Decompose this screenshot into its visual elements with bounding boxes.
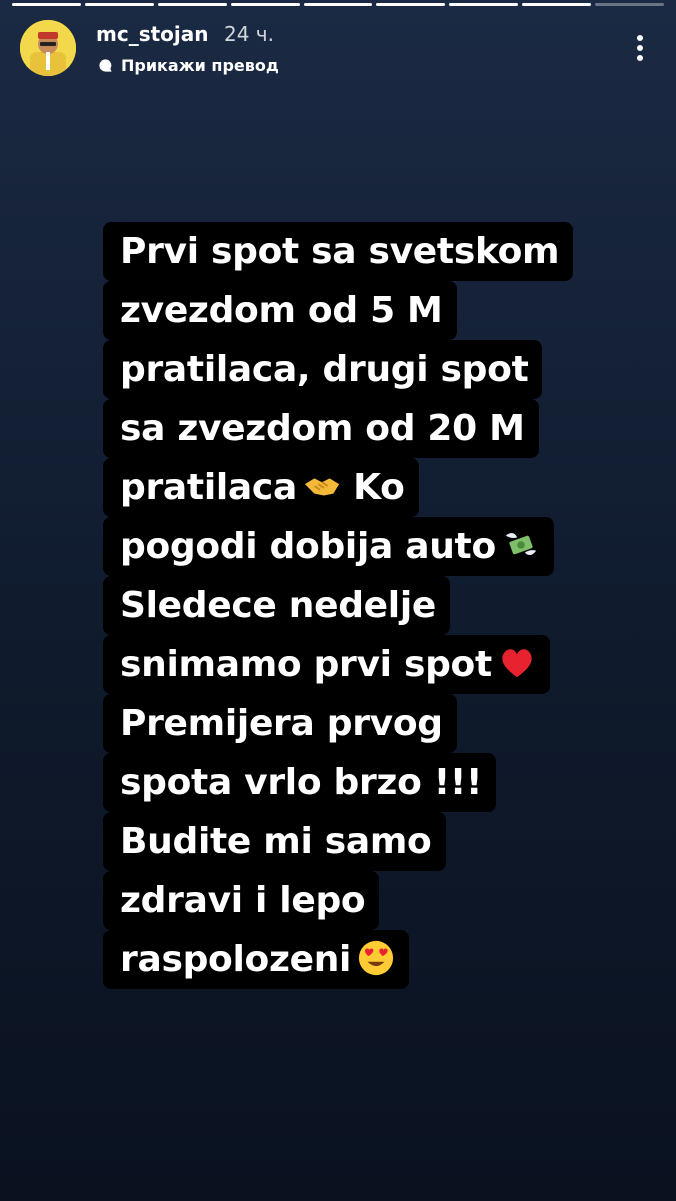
caption-text: Premijera prvog bbox=[120, 703, 443, 744]
progress-segment bbox=[303, 3, 373, 6]
progress-segment bbox=[12, 3, 81, 6]
more-options-icon bbox=[637, 35, 643, 61]
caption-text: Prvi spot sa svetskom bbox=[120, 231, 560, 272]
progress-segment-fill bbox=[522, 3, 592, 6]
avatar[interactable] bbox=[20, 20, 76, 76]
caption-text: zvezdom od 5 M bbox=[120, 290, 443, 331]
progress-segment-fill bbox=[303, 3, 373, 6]
speech-bubble-icon bbox=[99, 59, 112, 72]
caption-line: zdravi i lepo bbox=[103, 871, 613, 930]
red-heart-icon bbox=[498, 641, 536, 679]
progress-segment-fill bbox=[449, 3, 519, 6]
progress-segment-fill bbox=[376, 3, 446, 6]
progress-segment bbox=[522, 3, 592, 6]
caption-line: zvezdom od 5 M bbox=[103, 281, 613, 340]
story-progress-bar bbox=[12, 3, 665, 6]
caption-text: Ko bbox=[340, 467, 405, 508]
post-time: 24 ч. bbox=[224, 22, 274, 46]
progress-segment-fill bbox=[157, 3, 227, 6]
caption-line: snimamo prvi spot bbox=[103, 635, 613, 694]
caption-line: Premijera prvog bbox=[103, 694, 613, 753]
caption-line: Prvi spot sa svetskom bbox=[103, 222, 613, 281]
caption-line-box: snimamo prvi spot bbox=[103, 635, 550, 694]
progress-segment bbox=[157, 3, 227, 6]
caption-line-box: zvezdom od 5 M bbox=[103, 281, 457, 340]
caption-text: Budite mi samo bbox=[120, 821, 432, 862]
caption-text: spota vrlo brzo !!! bbox=[120, 762, 483, 803]
show-translation-label: Прикажи превод bbox=[121, 56, 279, 75]
caption-text: sa zvezdom od 20 M bbox=[120, 408, 525, 449]
handshake-icon bbox=[303, 464, 341, 502]
progress-segment-fill bbox=[84, 3, 154, 6]
progress-segment-fill bbox=[12, 3, 81, 6]
caption-line-box: spota vrlo brzo !!! bbox=[103, 753, 497, 812]
avatar-icon bbox=[20, 20, 76, 76]
caption-line-box: Premijera prvog bbox=[103, 694, 457, 753]
caption-line: raspolozeni bbox=[103, 930, 613, 989]
caption-text: zdravi i lepo bbox=[120, 880, 366, 921]
caption-line-box: Budite mi samo bbox=[103, 812, 446, 871]
caption-line-box: pratilaca, drugi spot bbox=[103, 340, 543, 399]
caption-line-box: Sledece nedelje bbox=[103, 576, 450, 635]
caption-text: pratilaca, drugi spot bbox=[120, 349, 529, 390]
caption-text: pogodi dobija auto bbox=[120, 526, 496, 567]
caption-line: spota vrlo brzo !!! bbox=[103, 753, 613, 812]
caption-line: sa zvezdom od 20 M bbox=[103, 399, 613, 458]
caption-line-box: zdravi i lepo bbox=[103, 871, 380, 930]
caption-text: raspolozeni bbox=[120, 939, 352, 980]
caption-line-box: Prvi spot sa svetskom bbox=[103, 222, 574, 281]
progress-segment bbox=[84, 3, 154, 6]
more-options-button[interactable] bbox=[630, 30, 650, 66]
show-translation-button[interactable]: Прикажи превод bbox=[98, 56, 279, 75]
caption-line: pogodi dobija auto bbox=[103, 517, 613, 576]
heart-eyes-icon bbox=[357, 936, 395, 976]
username[interactable]: mc_stojan bbox=[96, 22, 209, 46]
story-header: mc_stojan 24 ч. Прикажи превод bbox=[20, 18, 656, 80]
caption-text: snimamo prvi spot bbox=[120, 644, 492, 685]
progress-segment bbox=[595, 3, 665, 6]
progress-segment bbox=[376, 3, 446, 6]
caption-text: Sledece nedelje bbox=[120, 585, 436, 626]
progress-segment bbox=[449, 3, 519, 6]
caption-line: pratilaca, drugi spot bbox=[103, 340, 613, 399]
story-viewer[interactable]: mc_stojan 24 ч. Прикажи превод Prvi spot… bbox=[0, 0, 676, 1201]
story-caption: Prvi spot sa svetskom zvezdom od 5 M prati… bbox=[103, 222, 613, 989]
caption-line-box: pogodi dobija auto bbox=[103, 517, 554, 576]
caption-line: pratilaca Ko bbox=[103, 458, 613, 517]
caption-line-box: pratilaca Ko bbox=[103, 458, 419, 517]
progress-segment bbox=[230, 3, 300, 6]
caption-line: Sledece nedelje bbox=[103, 576, 613, 635]
progress-segment-fill bbox=[230, 3, 300, 6]
caption-line: Budite mi samo bbox=[103, 812, 613, 871]
caption-line-box: raspolozeni bbox=[103, 930, 410, 989]
caption-text: pratilaca bbox=[120, 467, 297, 508]
caption-line-box: sa zvezdom od 20 M bbox=[103, 399, 539, 458]
money-with-wings-icon bbox=[502, 523, 540, 561]
